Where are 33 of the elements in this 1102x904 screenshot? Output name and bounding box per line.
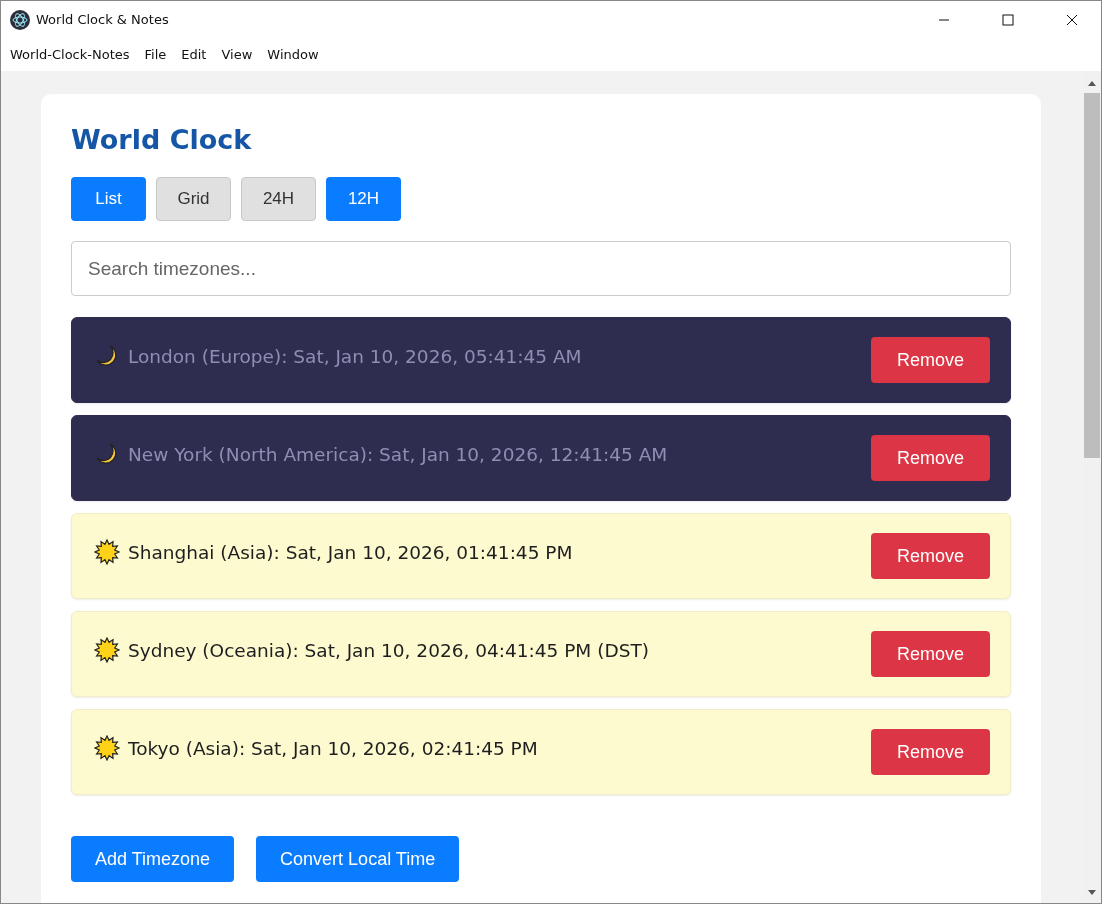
scrollbar-thumb[interactable] (1084, 93, 1100, 458)
close-icon (1066, 13, 1078, 26)
clock-text: London (Europe): Sat, Jan 10, 2026, 05:41:45 AM (128, 345, 583, 367)
remove-button[interactable]: Remove (871, 435, 990, 481)
clock-text: Shanghai (Asia): Sat, Jan 10, 2026, 01:41:45 PM (128, 541, 574, 563)
view-toggle[interactable]: Grid (156, 177, 231, 221)
remove-button[interactable]: Remove (871, 729, 990, 775)
sun-icon (94, 637, 120, 663)
app-logo-icon (10, 9, 30, 30)
clock-text: Tokyo (Asia): Sat, Jan 10, 2026, 02:41:45 PM (128, 737, 539, 759)
action-button[interactable]: Add Timezone (71, 836, 235, 882)
remove-button[interactable]: Remove (871, 337, 990, 383)
sun-icon (94, 539, 120, 565)
view-toggle[interactable]: 24H (241, 177, 316, 221)
scroll-down-icon[interactable] (1087, 889, 1097, 897)
remove-button[interactable]: Remove (871, 631, 990, 677)
menu-item[interactable]: Window (266, 47, 326, 62)
search-field[interactable]: Search timezones... (71, 241, 1011, 296)
page-heading: World Clock (71, 124, 253, 155)
menu-item[interactable]: File (143, 47, 174, 62)
sun-icon (94, 735, 120, 761)
window-title: World Clock & Notes (36, 12, 170, 27)
view-toggle[interactable]: List (71, 177, 146, 221)
menu-item[interactable]: View (220, 47, 260, 62)
scroll-up-icon[interactable] (1087, 79, 1097, 87)
menu-item[interactable]: World-Clock-Notes (9, 47, 137, 62)
clock-text: New York (North America): Sat, Jan 10, 2026, 12:41:45 AM (128, 443, 669, 465)
clock-text: Sydney (Oceania): Sat, Jan 10, 2026, 04:41:45 PM (DST) (128, 639, 650, 661)
view-toggle[interactable]: 12H (326, 177, 401, 221)
action-button[interactable]: Convert Local Time (256, 836, 460, 882)
menu-item[interactable]: Edit (180, 47, 214, 62)
remove-button[interactable]: Remove (871, 533, 990, 579)
maximize-icon (1002, 13, 1014, 26)
